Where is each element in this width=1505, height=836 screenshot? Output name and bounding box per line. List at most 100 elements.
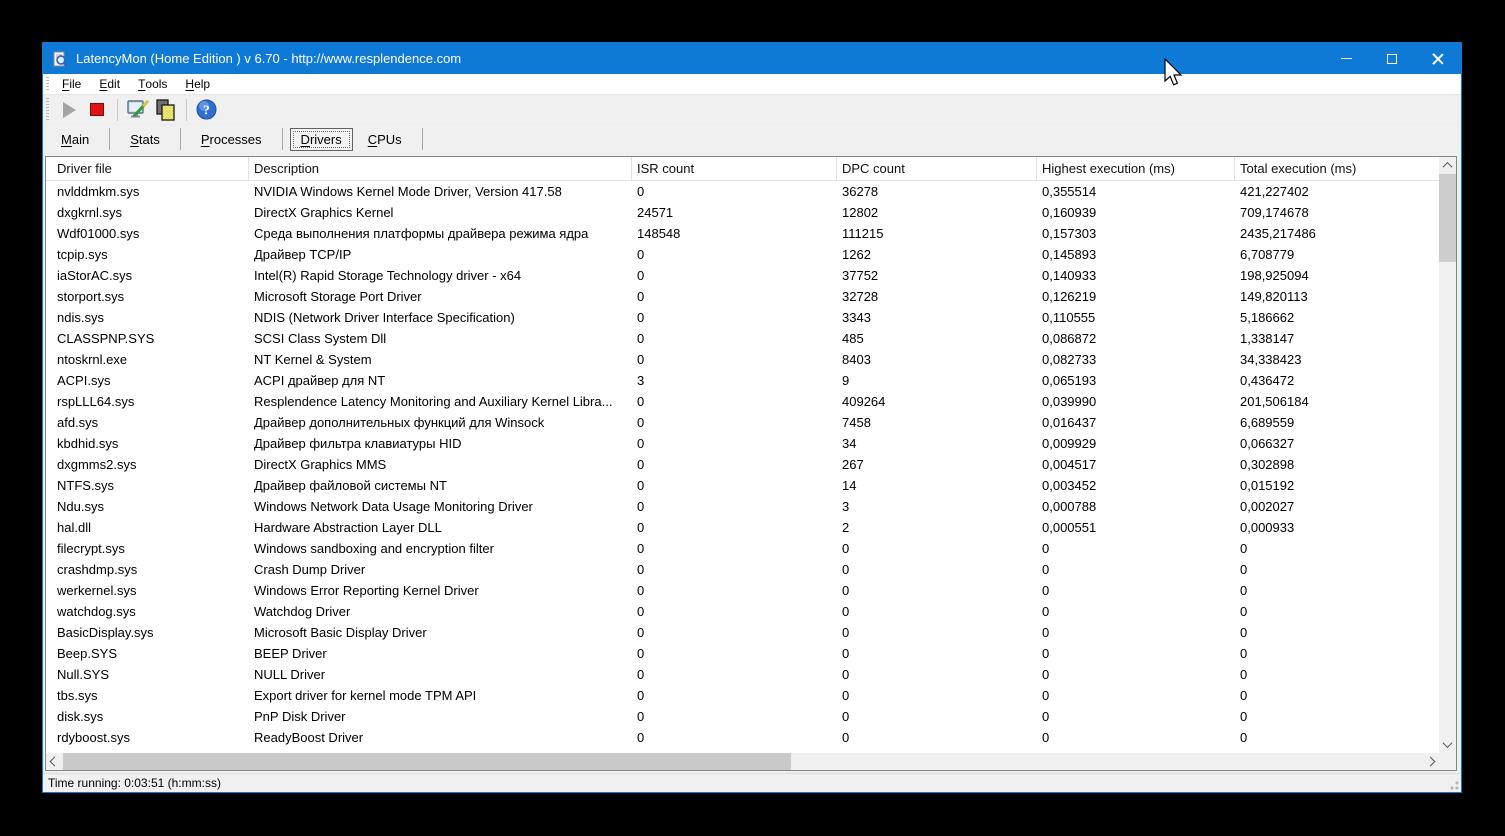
- toolbar-separator: [117, 99, 118, 121]
- cell-description: DirectX Graphics Kernel: [249, 202, 632, 223]
- table-row[interactable]: Wdf01000.sys Среда выполнения платформы …: [46, 223, 1439, 244]
- table-row[interactable]: Null.SYS NULL Driver 0 0 0 0: [46, 664, 1439, 685]
- cell-isr-count: 24571: [632, 202, 837, 223]
- table-row[interactable]: ndis.sys NDIS (Network Driver Interface …: [46, 307, 1439, 328]
- table-row[interactable]: disk.sys PnP Disk Driver 0 0 0 0: [46, 706, 1439, 727]
- cell-highest-execution: 0: [1037, 580, 1235, 601]
- cell-driver-file: Beep.SYS: [46, 643, 249, 664]
- tab-cpus[interactable]: CPUs: [355, 129, 415, 150]
- cell-dpc-count: 9: [837, 370, 1037, 391]
- scroll-left-button[interactable]: [46, 753, 63, 770]
- options-button[interactable]: [124, 97, 152, 123]
- stop-monitor-button[interactable]: [83, 97, 111, 123]
- cell-isr-count: 0: [632, 265, 837, 286]
- title-bar[interactable]: LatencyMon (Home Edition ) v 6.70 - http…: [43, 43, 1461, 74]
- cell-dpc-count: 0: [837, 727, 1037, 748]
- table-row[interactable]: hal.dll Hardware Abstraction Layer DLL 0…: [46, 517, 1439, 538]
- menubar-grip[interactable]: [46, 77, 49, 91]
- cell-description: Hardware Abstraction Layer DLL: [249, 517, 632, 538]
- menu-file[interactable]: File: [53, 74, 90, 94]
- table-row[interactable]: storport.sys Microsoft Storage Port Driv…: [46, 286, 1439, 307]
- scroll-down-button[interactable]: [1439, 736, 1456, 753]
- cell-highest-execution: 0,065193: [1037, 370, 1235, 391]
- cell-dpc-count: 8403: [837, 349, 1037, 370]
- table-row[interactable]: kbdhid.sys Драйвер фильтра клавиатуры HI…: [46, 433, 1439, 454]
- menu-edit[interactable]: Edit: [90, 74, 129, 94]
- cell-driver-file: ndis.sys: [46, 307, 249, 328]
- cell-dpc-count: 0: [837, 538, 1037, 559]
- cell-highest-execution: 0: [1037, 727, 1235, 748]
- resize-grip[interactable]: [1447, 778, 1459, 790]
- help-button[interactable]: ?: [193, 97, 221, 123]
- cell-driver-file: kbdhid.sys: [46, 433, 249, 454]
- cell-dpc-count: 1262: [837, 244, 1037, 265]
- cell-dpc-count: 111215: [837, 223, 1037, 244]
- table-row[interactable]: watchdog.sys Watchdog Driver 0 0 0 0: [46, 601, 1439, 622]
- table-row[interactable]: afd.sys Драйвер дополнительных функций д…: [46, 412, 1439, 433]
- table-row[interactable]: NTFS.sys Драйвер файловой системы NT 0 1…: [46, 475, 1439, 496]
- cell-description: Resplendence Latency Monitoring and Auxi…: [249, 391, 632, 412]
- table-row[interactable]: tcpip.sys Драйвер TCP/IP 0 1262 0,145893…: [46, 244, 1439, 265]
- table-row[interactable]: iaStorAC.sys Intel(R) Rapid Storage Tech…: [46, 265, 1439, 286]
- table-row[interactable]: rspLLL64.sys Resplendence Latency Monito…: [46, 391, 1439, 412]
- cell-description: ACPI драйвер для NT: [249, 370, 632, 391]
- table-row[interactable]: CLASSPNP.SYS SCSI Class System Dll 0 485…: [46, 328, 1439, 349]
- cell-highest-execution: 0: [1037, 643, 1235, 664]
- cell-driver-file: disk.sys: [46, 706, 249, 727]
- start-monitor-button[interactable]: [55, 97, 83, 123]
- table-row[interactable]: dxgmms2.sys DirectX Graphics MMS 0 267 0…: [46, 454, 1439, 475]
- tab-drivers[interactable]: Drivers: [290, 128, 353, 151]
- vertical-scrollbar-thumb[interactable]: [1439, 174, 1456, 262]
- cell-description: Intel(R) Rapid Storage Technology driver…: [249, 265, 632, 286]
- column-header-description[interactable]: Description: [249, 157, 632, 180]
- cell-highest-execution: 0,003452: [1037, 475, 1235, 496]
- table-row[interactable]: Ndu.sys Windows Network Data Usage Monit…: [46, 496, 1439, 517]
- scroll-up-button[interactable]: [1439, 157, 1456, 174]
- horizontal-scrollbar-thumb[interactable]: [63, 753, 791, 770]
- tab-processes[interactable]: Processes: [188, 129, 275, 150]
- cell-description: PnP Disk Driver: [249, 706, 632, 727]
- cell-driver-file: CLASSPNP.SYS: [46, 328, 249, 349]
- table-row[interactable]: filecrypt.sys Windows sandboxing and enc…: [46, 538, 1439, 559]
- window-title: LatencyMon (Home Edition ) v 6.70 - http…: [76, 51, 461, 66]
- minimize-button[interactable]: [1323, 43, 1369, 74]
- column-header-total-execution[interactable]: Total execution (ms): [1235, 157, 1439, 180]
- cell-description: Microsoft Basic Display Driver: [249, 622, 632, 643]
- cell-description: Драйвер файловой системы NT: [249, 475, 632, 496]
- cell-description: Microsoft Storage Port Driver: [249, 286, 632, 307]
- table-body: nvlddmkm.sys NVIDIA Windows Kernel Mode …: [46, 181, 1439, 753]
- tab-stats[interactable]: Stats: [117, 129, 173, 150]
- cell-highest-execution: 0,110555: [1037, 307, 1235, 328]
- table-row[interactable]: BasicDisplay.sys Microsoft Basic Display…: [46, 622, 1439, 643]
- table-row[interactable]: rdyboost.sys ReadyBoost Driver 0 0 0 0: [46, 727, 1439, 748]
- cell-isr-count: 0: [632, 496, 837, 517]
- table-row[interactable]: ACPI.sys ACPI драйвер для NT 3 9 0,06519…: [46, 370, 1439, 391]
- cell-total-execution: 198,925094: [1235, 265, 1439, 286]
- scroll-right-button[interactable]: [1422, 753, 1439, 770]
- column-header-isr-count[interactable]: ISR count: [632, 157, 837, 180]
- table-row[interactable]: Beep.SYS BEEP Driver 0 0 0 0: [46, 643, 1439, 664]
- cell-driver-file: afd.sys: [46, 412, 249, 433]
- horizontal-scrollbar[interactable]: [46, 753, 1439, 770]
- vertical-scrollbar[interactable]: [1439, 157, 1456, 753]
- toolbar: ?: [43, 95, 1461, 125]
- table-row[interactable]: dxgkrnl.sys DirectX Graphics Kernel 2457…: [46, 202, 1439, 223]
- column-header-driver-file[interactable]: Driver file: [46, 157, 249, 180]
- table-row[interactable]: ntoskrnl.exe NT Kernel & System 0 8403 0…: [46, 349, 1439, 370]
- column-header-dpc-count[interactable]: DPC count: [837, 157, 1037, 180]
- table-row[interactable]: nvlddmkm.sys NVIDIA Windows Kernel Mode …: [46, 181, 1439, 202]
- copy-report-button[interactable]: [152, 97, 180, 123]
- table-row[interactable]: tbs.sys Export driver for kernel mode TP…: [46, 685, 1439, 706]
- column-header-highest-execution[interactable]: Highest execution (ms): [1037, 157, 1235, 180]
- menu-tools[interactable]: Tools: [129, 74, 176, 94]
- toolbar-grip[interactable]: [46, 98, 49, 121]
- cell-description: Crash Dump Driver: [249, 559, 632, 580]
- table-row[interactable]: werkernel.sys Windows Error Reporting Ke…: [46, 580, 1439, 601]
- menu-help[interactable]: Help: [176, 74, 219, 94]
- help-icon: ?: [195, 98, 219, 122]
- maximize-button[interactable]: [1369, 43, 1415, 74]
- tab-main[interactable]: Main: [48, 129, 102, 150]
- cell-total-execution: 6,708779: [1235, 244, 1439, 265]
- table-row[interactable]: crashdmp.sys Crash Dump Driver 0 0 0 0: [46, 559, 1439, 580]
- close-button[interactable]: [1415, 43, 1461, 74]
